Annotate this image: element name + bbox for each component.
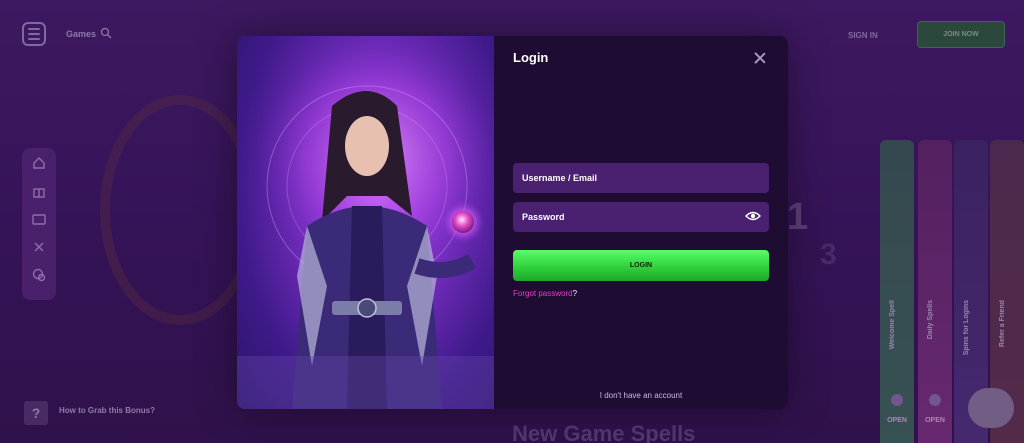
forgot-password-text[interactable]: Forgot password [513,289,573,298]
login-button[interactable]: LOGIN [513,250,769,281]
eye-icon[interactable] [745,210,761,222]
login-title: Login [513,50,549,65]
password-field[interactable] [513,202,769,232]
forgot-password-link[interactable]: Forgot password? [513,289,577,298]
no-account-link[interactable]: I don't have an account [494,391,788,400]
wizard-art [237,36,494,409]
wizard-illustration [237,36,494,409]
username-field[interactable] [513,163,769,193]
close-icon[interactable] [753,51,767,65]
forgot-password-question-mark: ? [572,289,578,298]
